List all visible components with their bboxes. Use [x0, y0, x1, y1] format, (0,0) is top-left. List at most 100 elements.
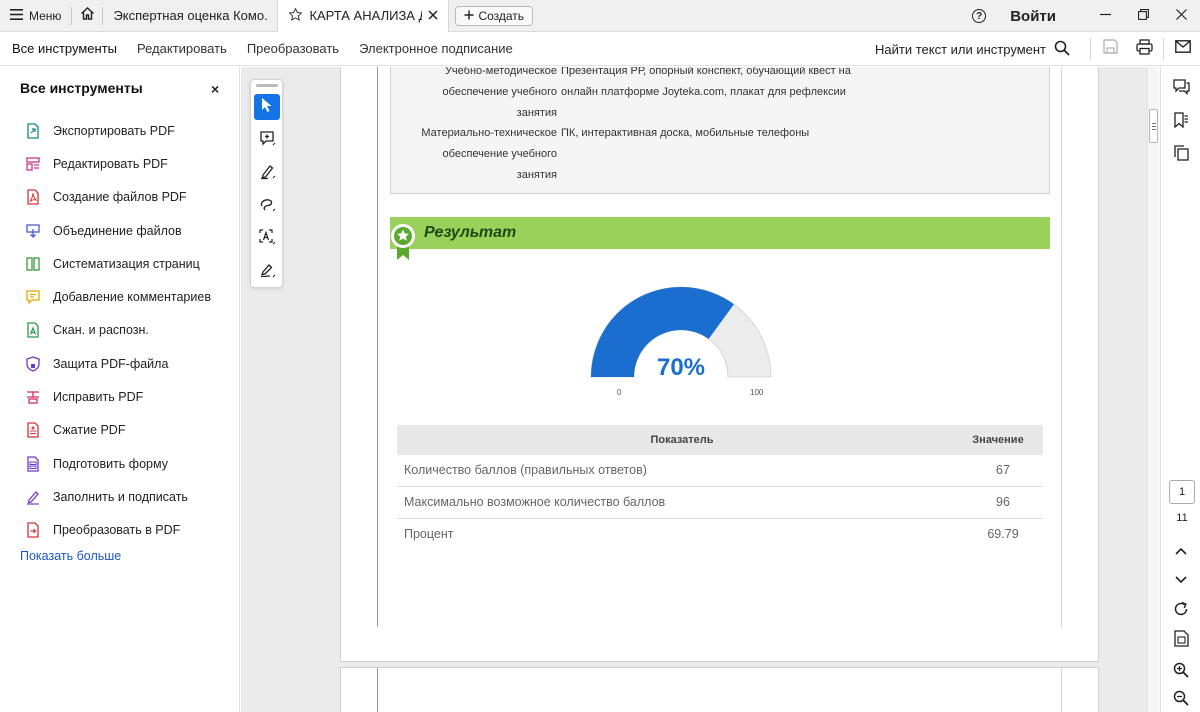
refresh-icon	[1173, 601, 1189, 622]
label-line: обеспечение учебного	[442, 148, 557, 160]
show-more-link[interactable]: Показать больше	[20, 549, 121, 563]
menu-button[interactable]: Меню	[0, 0, 71, 32]
highlight-button[interactable]	[254, 161, 280, 187]
zoom-in-button[interactable]	[1170, 661, 1192, 683]
window-close-button[interactable]	[1162, 0, 1200, 32]
text-recognition-button[interactable]	[254, 227, 280, 253]
close-panel-icon[interactable]: ×	[211, 82, 219, 96]
result-banner: Результат	[390, 217, 1050, 260]
pdf-page: Учебно-методическое обеспечение учебного…	[340, 67, 1099, 662]
home-icon	[80, 6, 95, 26]
table-row: Процент 69.79	[397, 519, 1043, 551]
tool-label: Редактировать PDF	[53, 156, 168, 171]
redact-icon	[25, 389, 41, 405]
select-icon	[260, 97, 274, 118]
label-line: Учебно-методическое	[444, 67, 557, 77]
rotate-button[interactable]	[1170, 600, 1192, 622]
plus-icon	[464, 9, 474, 23]
info-label: Учебно-методическое обеспечение учебного…	[391, 67, 557, 124]
label-line: Материально-техническое	[421, 127, 557, 139]
window-close-icon	[1175, 7, 1187, 25]
all-tools-panel: Все инструменты × Экспортировать PDF Реда…	[0, 67, 240, 712]
current-page-input[interactable]: 1	[1169, 480, 1195, 504]
add-comment-icon	[259, 130, 276, 152]
vertical-scrollbar[interactable]	[1147, 67, 1159, 712]
chevron-up-icon	[1175, 542, 1187, 560]
zoom-out-button[interactable]	[1170, 689, 1192, 711]
print-button[interactable]	[1127, 32, 1161, 66]
acrobat-window: Меню Экспертная оценка Комо... КАРТА АНА…	[0, 0, 1200, 712]
tool-item[interactable]: Заполнить и подписать	[0, 480, 240, 513]
close-icon[interactable]	[428, 8, 438, 23]
tool-item[interactable]: Экспортировать PDF	[0, 114, 240, 147]
tool-item[interactable]: Добавление комментариев	[0, 280, 240, 313]
mail-button[interactable]	[1166, 32, 1200, 66]
panel-title: Все инструменты	[20, 80, 143, 96]
previous-page-button[interactable]	[1170, 540, 1192, 562]
minimize-button[interactable]	[1086, 0, 1124, 32]
save-button[interactable]	[1093, 32, 1127, 66]
restore-button[interactable]	[1124, 0, 1162, 32]
tool-item[interactable]: Преобразовать в PDF	[0, 514, 240, 547]
row-value: 67	[996, 463, 1010, 477]
copy-button[interactable]	[1170, 144, 1192, 166]
chevron-down-icon	[1175, 571, 1187, 589]
tool-label: Создание файлов PDF	[53, 190, 187, 205]
tool-item[interactable]: Защита PDF-файла	[0, 347, 240, 380]
tool-item[interactable]: Исправить PDF	[0, 380, 240, 413]
row-value: 96	[996, 495, 1010, 509]
label-line: занятия	[516, 107, 557, 119]
info-value: ПК, интерактивная доска, мобильные телеф…	[561, 123, 861, 144]
save-icon	[1102, 39, 1118, 59]
comment-icon	[25, 289, 41, 305]
tab-expert-review[interactable]: Экспертная оценка Комо...	[103, 0, 277, 32]
comments-panel-button[interactable]	[1170, 78, 1192, 100]
tool-item[interactable]: Сжатие PDF	[0, 414, 240, 447]
label-line: обеспечение учебного	[442, 86, 557, 98]
star-icon[interactable]	[288, 7, 303, 25]
divider	[1163, 38, 1164, 60]
tool-item[interactable]: Создание файлов PDF	[0, 181, 240, 214]
add-comment-button[interactable]	[254, 128, 280, 154]
create-pdf-icon	[25, 189, 41, 205]
tool-item[interactable]: Редактировать PDF	[0, 147, 240, 180]
document-viewport[interactable]: Учебно-методическое обеспечение учебного…	[241, 67, 1159, 712]
tool-label: Преобразовать в PDF	[53, 523, 181, 538]
divider	[1090, 38, 1091, 60]
combine-files-icon	[25, 223, 41, 239]
tab-edit[interactable]: Редактировать	[127, 32, 237, 66]
results-table: Показатель Значение Количество баллов (п…	[397, 425, 1043, 551]
login-button[interactable]: Войти	[1010, 8, 1056, 25]
tool-item[interactable]: Подготовить форму	[0, 447, 240, 480]
tool-label: Объединение файлов	[53, 223, 182, 238]
tab-e-sign[interactable]: Электронное подписание	[349, 32, 523, 66]
restore-icon	[1137, 7, 1149, 25]
tab-analysis-card[interactable]: КАРТА АНАЛИЗА Д...	[277, 0, 450, 32]
help-icon[interactable]: ?	[972, 9, 987, 23]
grip-line	[1152, 123, 1156, 124]
select-tool-button[interactable]	[254, 94, 280, 120]
tab-all-tools[interactable]: Все инструменты	[0, 32, 127, 66]
tab-convert[interactable]: Преобразовать	[237, 32, 349, 66]
page-fit-button[interactable]	[1170, 630, 1192, 652]
print-icon	[1135, 38, 1153, 60]
create-button[interactable]: Создать	[455, 5, 534, 26]
next-page-button[interactable]	[1170, 569, 1192, 591]
tool-label: Подготовить форму	[53, 456, 168, 471]
find-label: Найти текст или инструмент	[875, 41, 1046, 57]
scrollbar-thumb[interactable]	[1149, 109, 1158, 143]
award-badge-icon	[390, 220, 416, 260]
copy-icon	[1173, 144, 1189, 166]
convert-pdf-icon	[25, 522, 41, 538]
quick-tools-bar	[250, 79, 283, 288]
bookmarks-button[interactable]	[1170, 111, 1192, 133]
tool-item[interactable]: Систематизация страниц	[0, 247, 240, 280]
drag-handle[interactable]	[256, 84, 278, 87]
sign-button[interactable]	[254, 260, 280, 286]
home-button[interactable]	[72, 0, 102, 32]
draw-button[interactable]	[254, 194, 280, 220]
row-value: 69.79	[987, 527, 1019, 541]
tool-item[interactable]: Скан. и распозн.	[0, 314, 240, 347]
tool-item[interactable]: Объединение файлов	[0, 214, 240, 247]
find-tool-button[interactable]: Найти текст или инструмент	[875, 32, 1070, 66]
